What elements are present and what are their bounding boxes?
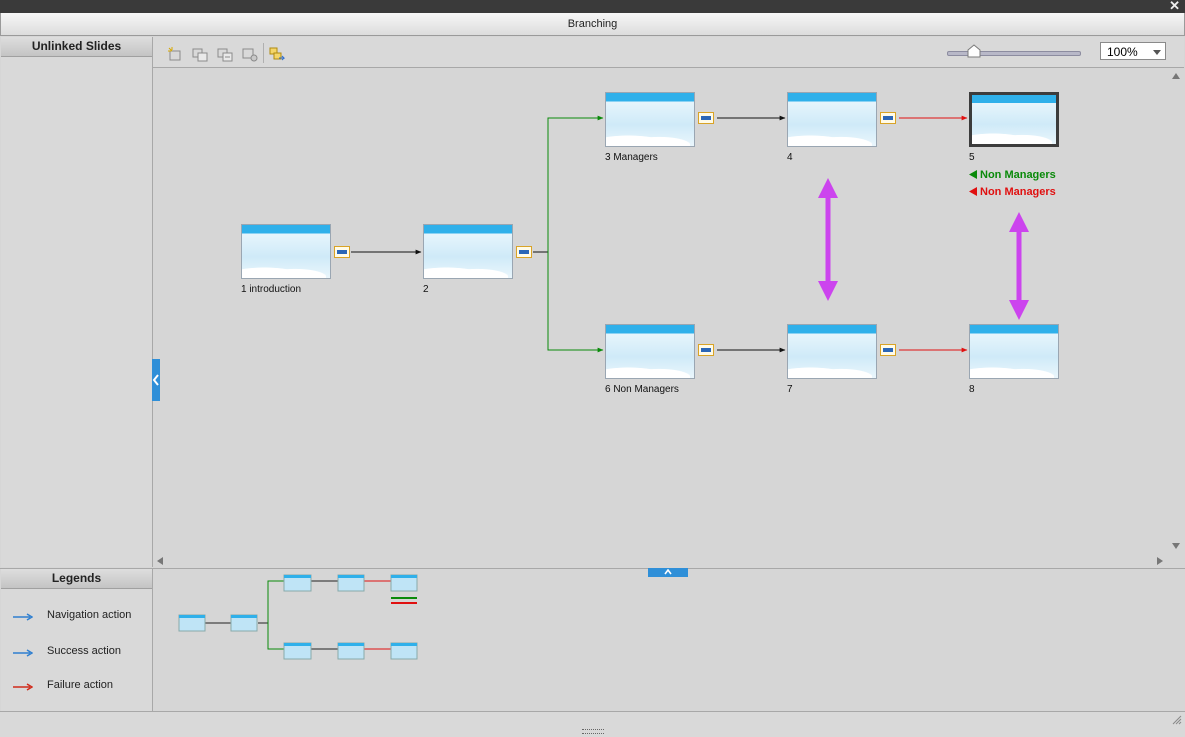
scroll-up-icon[interactable] (1172, 73, 1180, 79)
slide-connector-3[interactable] (698, 112, 714, 124)
vertical-scrollbar[interactable] (1168, 68, 1184, 554)
slide-label-1: 1 introduction (241, 284, 302, 295)
branch-label-success: Non Managers (969, 169, 1056, 181)
arrow-right-icon (13, 683, 33, 691)
slide-thumbnail-6[interactable] (605, 324, 695, 379)
slide-connector-2[interactable] (516, 246, 532, 258)
minimap-drawing (178, 574, 418, 660)
remove-group-icon[interactable] (242, 46, 258, 62)
arrow-right-icon (13, 649, 33, 657)
group-slides-icon[interactable] (192, 46, 208, 62)
slide-thumbnail-4[interactable] (787, 92, 877, 147)
slide-label-8: 8 (969, 384, 975, 395)
bottom-status-strip (0, 711, 1185, 737)
slide-connector-1[interactable] (334, 246, 350, 258)
slide-label-3: 3 Managers (605, 152, 658, 163)
zoom-value: 100% (1107, 45, 1138, 59)
window-top-bar: ✕ (0, 0, 1185, 13)
slide-thumbnail-2[interactable] (423, 224, 513, 279)
slide-connector-7[interactable] (880, 344, 896, 356)
close-icon[interactable]: ✕ (1169, 0, 1180, 13)
legends-panel: Legends Navigation action Success action… (1, 569, 153, 711)
resize-corner-icon[interactable] (1172, 715, 1182, 725)
slide-thumbnail-3[interactable] (605, 92, 695, 147)
legends-header: Legends (1, 569, 152, 589)
window-title-bar: Branching (0, 13, 1185, 36)
chevron-up-icon (664, 569, 672, 575)
chevron-down-icon (1153, 50, 1161, 55)
overview-minimap[interactable] (153, 569, 1184, 711)
slide-label-4: 4 (787, 152, 793, 163)
slide-thumbnail-7[interactable] (787, 324, 877, 379)
slide-connector-4[interactable] (880, 112, 896, 124)
scroll-right-icon[interactable] (1157, 557, 1163, 565)
slide-label-5: 5 (969, 152, 975, 163)
scroll-down-icon[interactable] (1172, 543, 1180, 549)
scroll-left-icon[interactable] (157, 557, 163, 565)
collapse-overview-button[interactable] (648, 568, 688, 577)
arrow-right-icon (13, 613, 33, 621)
triangle-left-icon (969, 170, 977, 179)
minimap-slides (178, 574, 418, 660)
horizontal-scrollbar[interactable] (153, 554, 1168, 568)
window-title: Branching (567, 18, 618, 30)
slide-connector-6[interactable] (698, 344, 714, 356)
triangle-left-icon (969, 187, 977, 196)
new-branch-icon[interactable] (167, 46, 183, 62)
branching-canvas[interactable]: 1 introduction 2 3 Managers 4 5 Non Mana… (153, 68, 1168, 554)
branch-label-failure: Non Managers (969, 186, 1056, 198)
success-line-2-3 (547, 115, 604, 252)
zoom-select[interactable]: 100% (1100, 42, 1166, 60)
export-icon[interactable] (269, 46, 285, 62)
resize-grip[interactable] (582, 729, 604, 734)
slide-thumbnail-1[interactable] (241, 224, 331, 279)
toolbar-separator (263, 43, 264, 63)
collapse-left-panel-button[interactable] (152, 359, 160, 401)
ungroup-slides-icon[interactable] (217, 46, 233, 62)
zoom-slider-thumb[interactable] (967, 44, 981, 58)
slide-thumbnail-8[interactable] (969, 324, 1059, 379)
slide-thumbnail-5[interactable] (969, 92, 1059, 147)
chevron-left-icon (152, 374, 159, 386)
toolbar: 100% (153, 37, 1184, 68)
unlinked-slides-panel: Unlinked Slides (1, 37, 153, 567)
unlinked-slides-header: Unlinked Slides (1, 37, 152, 57)
slide-label-2: 2 (423, 284, 429, 295)
slide-label-7: 7 (787, 384, 793, 395)
slide-label-6: 6 Non Managers (605, 384, 679, 395)
success-line-2-6 (547, 252, 604, 353)
